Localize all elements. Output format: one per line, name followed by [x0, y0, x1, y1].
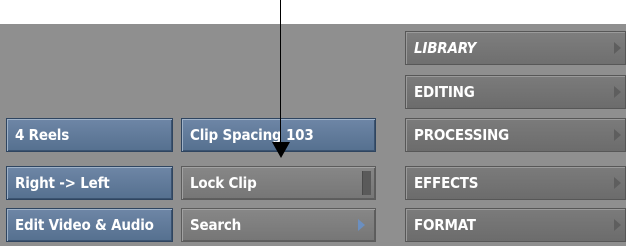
chevron-right-icon: [614, 129, 621, 141]
chevron-right-icon: [614, 219, 621, 231]
menu-library[interactable]: LIBRARY: [405, 31, 626, 65]
menu-processing[interactable]: PROCESSING: [405, 118, 626, 152]
menu-format[interactable]: FORMAT: [405, 208, 626, 242]
menu-library-label: LIBRARY: [414, 39, 477, 57]
callout-arrow-head: [272, 142, 290, 158]
search-label: Search: [190, 216, 242, 234]
search-button[interactable]: Search: [181, 208, 376, 242]
direction-button[interactable]: Right -> Left: [6, 166, 173, 200]
chevron-right-icon: [614, 42, 621, 54]
chevron-right-icon: [614, 177, 621, 189]
menu-format-label: FORMAT: [414, 216, 476, 234]
direction-label: Right -> Left: [15, 174, 110, 192]
lock-clip-button[interactable]: Lock Clip: [181, 166, 376, 200]
chevron-right-icon: [614, 86, 621, 98]
menu-processing-label: PROCESSING: [414, 126, 510, 144]
reels-button[interactable]: 4 Reels: [6, 118, 173, 152]
reels-label: 4 Reels: [15, 126, 70, 144]
edit-mode-label: Edit Video & Audio: [15, 216, 154, 234]
menu-effects-label: EFFECTS: [414, 174, 479, 192]
callout-arrow-line: [280, 0, 281, 142]
edit-mode-button[interactable]: Edit Video & Audio: [6, 208, 173, 242]
lock-clip-label: Lock Clip: [190, 174, 257, 192]
menu-editing[interactable]: EDITING: [405, 75, 626, 109]
lock-clip-toggle-indicator: [362, 171, 371, 195]
menu-editing-label: EDITING: [414, 83, 475, 101]
menu-effects[interactable]: EFFECTS: [405, 166, 626, 200]
clip-spacing-label: Clip Spacing 103: [190, 126, 314, 144]
chevron-right-icon: [358, 219, 365, 231]
